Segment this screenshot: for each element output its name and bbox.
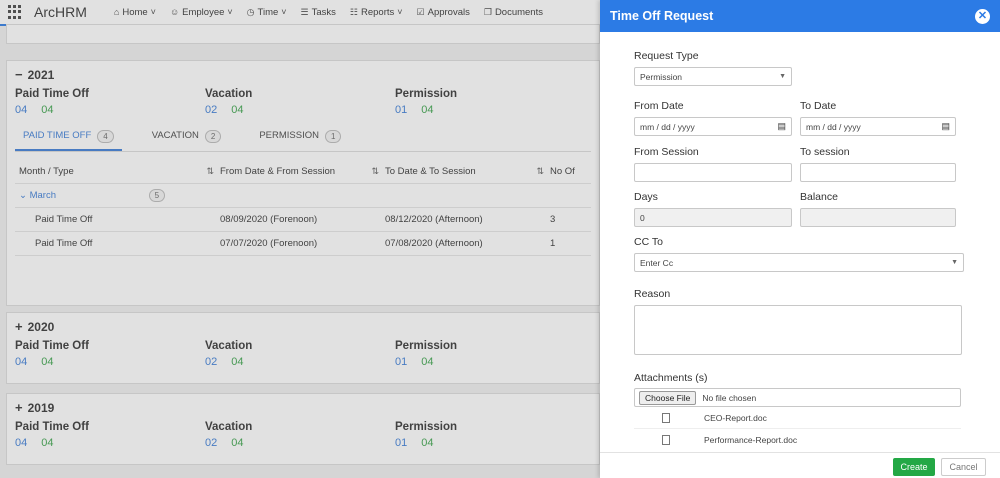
close-icon[interactable]: ✕ bbox=[975, 8, 990, 24]
request-type-value: Permission bbox=[640, 71, 683, 82]
from-session-label: From Session bbox=[634, 146, 699, 158]
create-button[interactable]: Create bbox=[893, 458, 935, 476]
days-group: Days 0 bbox=[634, 191, 792, 227]
time-off-request-panel: Time Off Request ✕ Request Type Permissi… bbox=[600, 0, 1000, 478]
request-type-select[interactable]: Permission ▼ bbox=[634, 67, 792, 86]
file-input[interactable]: Choose File No file chosen bbox=[634, 388, 961, 407]
from-session-group: From Session bbox=[634, 146, 792, 182]
attachment-item[interactable]: Performance-Report.doc bbox=[634, 429, 961, 447]
to-session-label: To session bbox=[800, 146, 850, 158]
attachment-list: CEO-Report.doc Performance-Report.doc bbox=[634, 407, 961, 447]
caret-icon: ▼ bbox=[779, 73, 786, 80]
from-session-input[interactable] bbox=[634, 163, 792, 182]
from-date-input[interactable]: mm / dd / yyyy ▤ bbox=[634, 117, 792, 136]
to-session-group: To session bbox=[800, 146, 956, 182]
to-date-group: To Date mm / dd / yyyy ▤ bbox=[800, 100, 956, 136]
file-icon bbox=[662, 434, 670, 445]
cc-select[interactable]: Enter Cc ▼ bbox=[634, 253, 964, 272]
cc-group: CC To Enter Cc ▼ bbox=[634, 236, 964, 272]
file-icon bbox=[662, 412, 670, 423]
caret-icon: ▼ bbox=[951, 259, 958, 266]
to-session-input[interactable] bbox=[800, 163, 956, 182]
choose-file-button[interactable]: Choose File bbox=[639, 390, 697, 405]
file-name: Performance-Report.doc bbox=[704, 434, 798, 445]
days-value: 0 bbox=[640, 212, 645, 223]
to-date-label: To Date bbox=[800, 100, 837, 112]
from-date-group: From Date mm / dd / yyyy ▤ bbox=[634, 100, 792, 136]
reason-group: Reason bbox=[634, 288, 962, 355]
panel-title: Time Off Request bbox=[610, 9, 714, 23]
no-file-text: No file chosen bbox=[702, 392, 757, 403]
modal-backdrop[interactable] bbox=[0, 0, 600, 478]
request-type-group: Request Type Permission ▼ bbox=[634, 50, 792, 86]
attachments-group: Attachments (s) Choose File No file chos… bbox=[634, 372, 961, 447]
cancel-button[interactable]: Cancel bbox=[941, 458, 986, 476]
balance-label: Balance bbox=[800, 191, 838, 203]
attachments-label: Attachments (s) bbox=[634, 372, 708, 384]
cc-placeholder: Enter Cc bbox=[640, 257, 674, 268]
cc-label: CC To bbox=[634, 236, 663, 248]
balance-input bbox=[800, 208, 956, 227]
file-name: CEO-Report.doc bbox=[704, 412, 767, 423]
days-input: 0 bbox=[634, 208, 792, 227]
calendar-icon[interactable]: ▤ bbox=[777, 121, 786, 132]
attachment-item[interactable]: CEO-Report.doc bbox=[634, 407, 961, 429]
panel-footer: Create Cancel bbox=[600, 452, 1000, 478]
date-placeholder: mm / dd / yyyy bbox=[640, 121, 695, 132]
request-type-label: Request Type bbox=[634, 50, 699, 62]
to-date-input[interactable]: mm / dd / yyyy ▤ bbox=[800, 117, 956, 136]
reason-textarea[interactable] bbox=[634, 305, 962, 355]
from-date-label: From Date bbox=[634, 100, 684, 112]
calendar-icon[interactable]: ▤ bbox=[941, 121, 950, 132]
days-label: Days bbox=[634, 191, 658, 203]
panel-header: Time Off Request ✕ bbox=[600, 0, 1000, 32]
balance-group: Balance bbox=[800, 191, 956, 227]
reason-label: Reason bbox=[634, 288, 671, 300]
date-placeholder: mm / dd / yyyy bbox=[806, 121, 861, 132]
